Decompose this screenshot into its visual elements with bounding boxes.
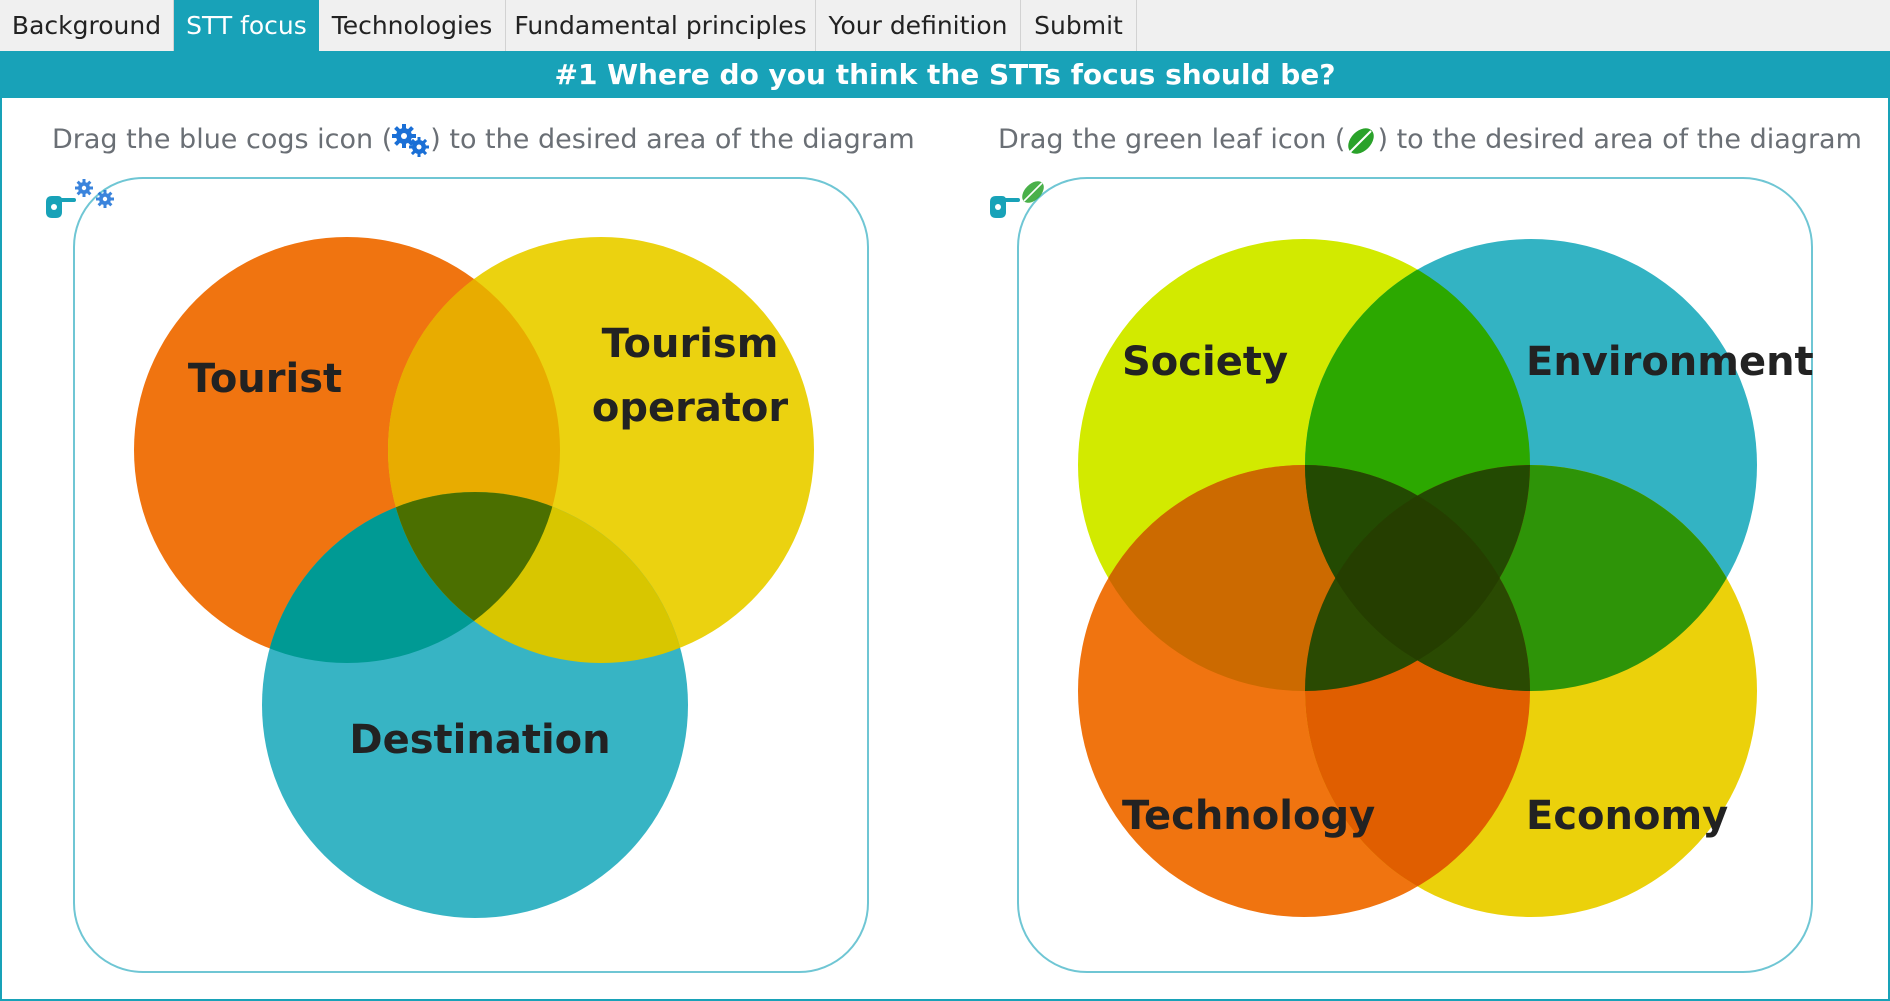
tab-stt-focus[interactable]: STT focus [174, 0, 319, 51]
tab-fundamental-principles[interactable]: Fundamental principles [506, 0, 816, 51]
tab-your-definition[interactable]: Your definition [816, 0, 1021, 51]
left-instruction-after: ) to the desired area of the diagram [430, 124, 915, 155]
blue-cogs-icon [392, 123, 430, 157]
question-title: #1 Where do you think the STTs focus sho… [0, 51, 1890, 98]
tab-background[interactable]: Background [0, 0, 174, 51]
hand-pointer-icon [46, 196, 76, 218]
green-leaf-drag-handle[interactable] [988, 178, 1048, 232]
tab-technologies[interactable]: Technologies [319, 0, 506, 51]
right-instruction-before: Drag the green leaf icon ( [998, 124, 1346, 155]
left-drop-area[interactable] [73, 177, 869, 973]
hand-pointer-icon [990, 196, 1020, 218]
right-instruction-after: ) to the desired area of the diagram [1377, 124, 1862, 155]
tab-submit[interactable]: Submit [1021, 0, 1137, 51]
left-instruction: Drag the blue cogs icon ( ) to the desir… [52, 120, 915, 160]
blue-cogs-drag-handle[interactable] [44, 178, 116, 232]
left-instruction-before: Drag the blue cogs icon ( [52, 124, 393, 155]
green-leaf-icon [1345, 124, 1377, 155]
right-instruction: Drag the green leaf icon ( ) to the desi… [998, 120, 1862, 160]
tab-bar: Background STT focus Technologies Fundam… [0, 0, 1890, 52]
right-drop-area[interactable] [1017, 177, 1813, 973]
